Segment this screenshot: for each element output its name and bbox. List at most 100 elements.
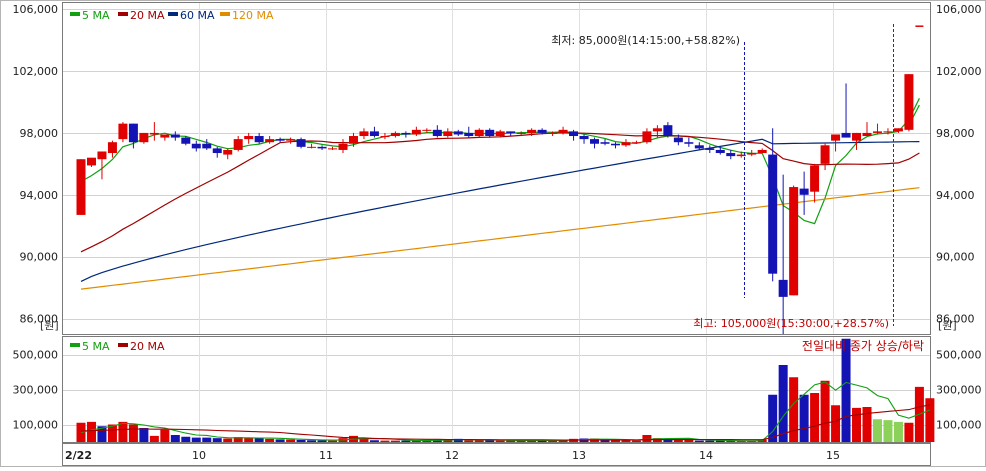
candle — [810, 165, 820, 192]
x-tick-label: 14 — [699, 449, 713, 462]
candle — [348, 136, 358, 144]
candle — [852, 132, 862, 141]
volume-bar — [118, 421, 128, 442]
candle — [506, 131, 516, 133]
stock-chart: 86,000 86,000 90,000 90,000 94,000 94,000 98,0… — [0, 0, 986, 467]
volume-bar — [160, 429, 170, 442]
volume-bar — [181, 436, 191, 442]
candle — [600, 142, 610, 144]
legend-120ma: 120 MA — [232, 9, 274, 22]
volume-bar — [495, 440, 505, 442]
candle — [747, 153, 757, 155]
candle — [265, 139, 275, 143]
price-tick-right: 98,000 — [936, 127, 975, 140]
candle — [338, 143, 348, 150]
price-tick-left: 94,000 — [20, 189, 59, 202]
volume-bar — [139, 428, 149, 442]
candle — [778, 279, 788, 297]
candle — [799, 188, 809, 195]
candle — [107, 142, 117, 154]
volume-bar — [170, 435, 180, 442]
volume-bar — [86, 421, 96, 442]
price-tick-left: 102,000 — [13, 65, 59, 78]
volume-bar — [275, 439, 285, 442]
candle — [516, 132, 526, 134]
candle — [485, 129, 495, 137]
volume-bar — [223, 438, 233, 442]
candle — [307, 146, 317, 148]
volume-bar — [380, 440, 390, 442]
volume-bar — [778, 365, 788, 442]
candle — [569, 131, 579, 137]
price-tick-right: 102,000 — [936, 65, 982, 78]
volume-bar — [296, 439, 306, 442]
volume-bar — [307, 440, 317, 442]
candle — [757, 149, 767, 154]
candle — [149, 132, 159, 135]
candle — [212, 148, 222, 154]
candle — [663, 125, 673, 137]
candle — [820, 145, 830, 164]
volume-bar — [390, 440, 400, 442]
x-tick-label: 10 — [192, 449, 206, 462]
candle — [432, 129, 442, 137]
annotation-high: 최고: 105,000원(15:30:00,+28.57%) — [693, 317, 889, 330]
volume-bar — [317, 440, 327, 442]
candle — [642, 131, 652, 143]
volume-bar — [852, 407, 862, 442]
candle — [223, 149, 233, 155]
x-tick-label: 11 — [319, 449, 333, 462]
candle — [694, 145, 704, 149]
candle — [296, 139, 306, 147]
volume-bar — [286, 439, 296, 442]
price-pane — [62, 2, 931, 335]
annotation-low: 최저: 85,000원(14:15:00,+58.82%) — [551, 34, 740, 47]
candle — [548, 132, 558, 134]
candle — [464, 132, 474, 137]
candle — [328, 148, 338, 150]
candle — [86, 157, 96, 166]
volume-bar — [810, 393, 820, 442]
volume-bar — [705, 440, 715, 442]
candle — [254, 136, 264, 143]
candle — [715, 149, 725, 154]
candle — [118, 123, 128, 140]
candle — [673, 137, 683, 143]
chart-canvas: 86,000 86,00090,000 90,00094,000 94,00098,0… — [0, 0, 986, 467]
candle — [768, 154, 778, 274]
x-tick-label: 13 — [572, 449, 586, 462]
price-tick-left: 106,000 — [13, 3, 59, 16]
candle — [160, 134, 170, 138]
candle — [872, 131, 882, 133]
candle — [883, 131, 893, 133]
volume-bar — [212, 438, 222, 442]
volume-bar — [673, 439, 683, 442]
candle — [286, 139, 296, 141]
candle — [380, 136, 390, 138]
legend-5ma: 5 MA — [82, 9, 110, 22]
candle — [558, 129, 568, 133]
volume-bar — [684, 439, 694, 442]
volume-bar — [464, 440, 474, 442]
volume-bar — [149, 435, 159, 442]
price-tick-right: 90,000 — [936, 251, 975, 264]
candle — [652, 128, 662, 132]
x-tick-label: 2/22 — [65, 449, 92, 462]
volume-bar — [265, 438, 275, 442]
candle — [170, 134, 180, 138]
candle — [610, 143, 620, 146]
volume-bar — [789, 377, 799, 442]
legend-60ma: 60 MA — [180, 9, 215, 22]
candle — [453, 131, 463, 135]
volume-tick-left: 500,000 — [13, 349, 59, 362]
volume-tick-right: 100,000 — [936, 419, 982, 432]
volume-bar — [883, 420, 893, 442]
candle — [443, 131, 453, 137]
candle — [789, 187, 799, 296]
volume-bar — [631, 440, 641, 442]
volume-tick-left: 100,000 — [13, 419, 59, 432]
candle — [359, 131, 369, 137]
volume-bar — [642, 435, 652, 442]
volume-bar — [820, 380, 830, 442]
vol-legend-5ma: 5 MA — [82, 340, 110, 353]
